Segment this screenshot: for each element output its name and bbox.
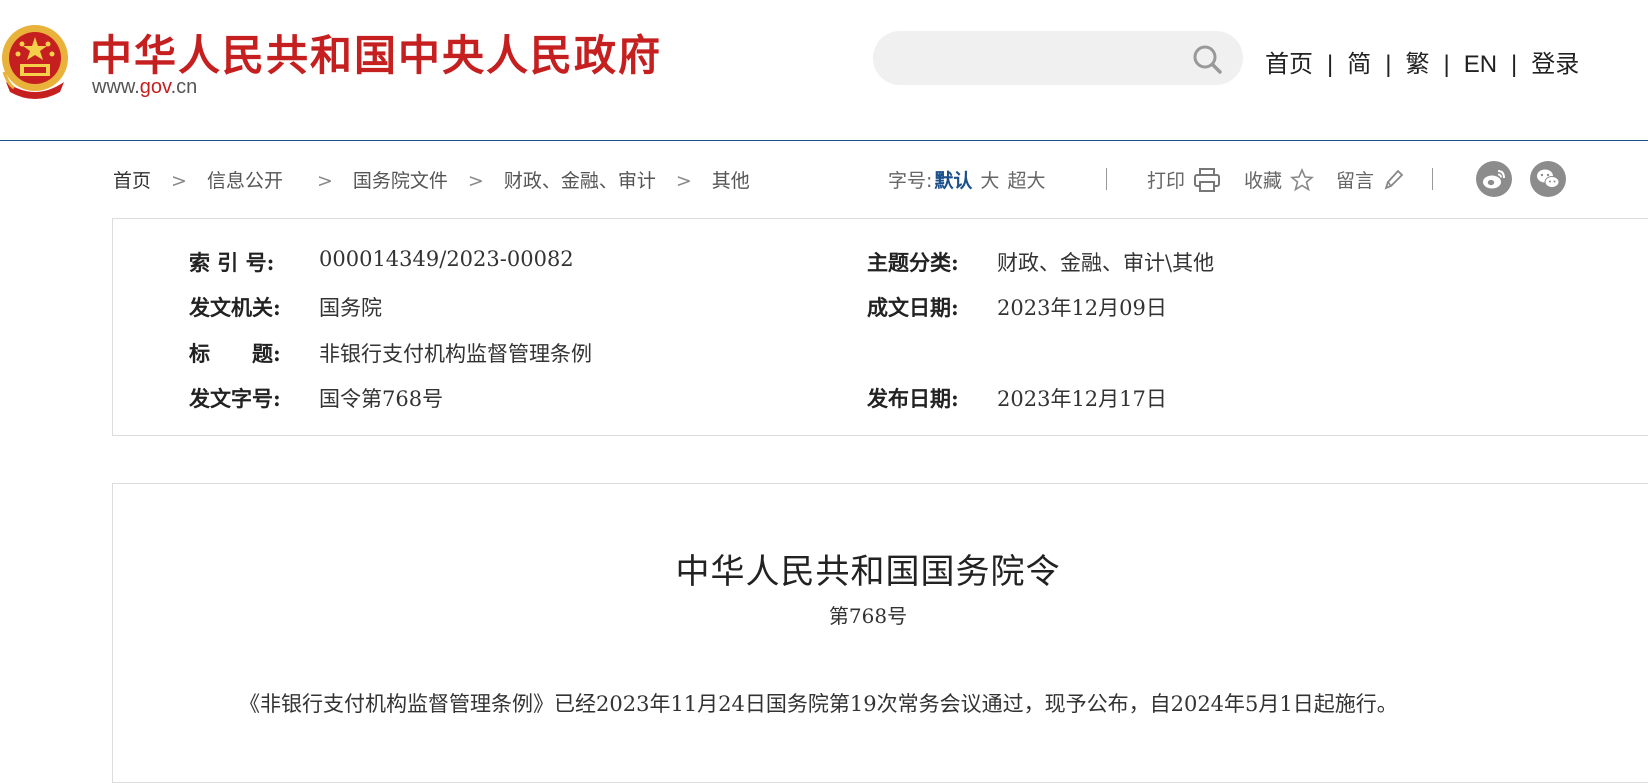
font-size-switcher: 字号: 默认大超大 bbox=[888, 166, 1045, 193]
document-number: 第768号 bbox=[828, 604, 908, 628]
meta-title-label: 标 题: bbox=[189, 341, 281, 366]
favorite-label: 收藏 bbox=[1244, 170, 1283, 192]
document-body: 中华人民共和国国务院令 第768号 《非银行支付机构监督管理条例》已经2023年… bbox=[112, 483, 1648, 783]
nav-home-link[interactable]: 首页 bbox=[1265, 51, 1313, 78]
nav-separator: | bbox=[1511, 51, 1518, 78]
toolbar-divider bbox=[1106, 168, 1107, 190]
breadcrumb-home[interactable]: 首页 bbox=[113, 170, 151, 192]
nav-traditional-link[interactable]: 繁 bbox=[1405, 51, 1429, 78]
meta-docno-value: 国令第768号 bbox=[319, 387, 444, 411]
meta-topic-value: 财政、金融、审计\其他 bbox=[997, 251, 1215, 275]
breadcrumb-info-public[interactable]: 信息公开 bbox=[207, 170, 283, 192]
font-size-label: 字号: bbox=[888, 170, 933, 192]
print-button[interactable]: 打印 bbox=[1147, 166, 1221, 193]
breadcrumb-state-council-docs[interactable]: 国务院文件 bbox=[353, 170, 448, 192]
font-size-large[interactable]: 大 bbox=[980, 170, 999, 192]
chevron-right-icon: > bbox=[467, 170, 484, 192]
meta-written-label: 成文日期: bbox=[867, 295, 959, 320]
favorite-button[interactable]: 收藏 bbox=[1244, 166, 1315, 193]
star-icon bbox=[1290, 167, 1315, 191]
nav-simplified-link[interactable]: 简 bbox=[1347, 51, 1371, 78]
meta-index-value: 000014349/2023-00082 bbox=[319, 247, 574, 271]
chevron-right-icon: > bbox=[675, 170, 692, 192]
site-url-prefix: www. bbox=[92, 76, 140, 98]
comment-label: 留言 bbox=[1336, 170, 1375, 192]
breadcrumb: 首页 > 信息公开 > 国务院文件 > 财政、金融、审计 > 其他 bbox=[113, 166, 750, 193]
site-url: www.gov.cn bbox=[92, 76, 197, 99]
document-meta-table: 索 引 号: 000014349/2023-00082 发文机关: 国务院 标 … bbox=[112, 218, 1648, 436]
national-emblem-icon[interactable] bbox=[0, 22, 70, 100]
print-label: 打印 bbox=[1147, 170, 1186, 192]
nav-english-link[interactable]: EN bbox=[1464, 51, 1497, 78]
meta-topic-label: 主题分类: bbox=[867, 250, 959, 275]
document-title: 中华人民共和国国务院令 bbox=[675, 552, 1061, 592]
comment-button[interactable]: 留言 bbox=[1336, 166, 1404, 193]
search-icon[interactable] bbox=[1191, 43, 1223, 75]
document-paragraph: 《非银行支付机构监督管理条例》已经2023年11月24日国务院第19次常务会议通… bbox=[239, 692, 1398, 716]
wechat-icon[interactable] bbox=[1530, 161, 1566, 197]
chevron-right-icon: > bbox=[171, 170, 187, 192]
meta-title-value: 非银行支付机构监督管理条例 bbox=[319, 342, 592, 366]
top-nav: 首页 | 简 | 繁 | EN | 登录 bbox=[1265, 44, 1579, 79]
search-box bbox=[873, 31, 1243, 85]
site-url-suffix: .cn bbox=[170, 76, 198, 98]
meta-issuer-value: 国务院 bbox=[319, 296, 382, 320]
nav-separator: | bbox=[1443, 51, 1450, 78]
meta-published-label: 发布日期: bbox=[867, 386, 959, 411]
weibo-glyph bbox=[1483, 170, 1505, 189]
search-input[interactable] bbox=[893, 41, 1187, 77]
site-header: 中华人民共和国中央人民政府 www.gov.cn 首页 | 简 | 繁 | EN | 登录 bbox=[0, 0, 1648, 141]
nav-separator: | bbox=[1327, 51, 1334, 78]
wechat-glyph bbox=[1537, 169, 1560, 188]
meta-docno-label: 发文字号: bbox=[189, 386, 281, 411]
font-size-xlarge[interactable]: 超大 bbox=[1007, 170, 1045, 192]
site-url-accent: gov bbox=[139, 76, 171, 98]
printer-icon bbox=[1194, 167, 1221, 192]
meta-published-value: 2023年12月17日 bbox=[997, 387, 1167, 411]
article-toolbar: 首页 > 信息公开 > 国务院文件 > 财政、金融、审计 > 其他 字号: 默认大超大 打印 收藏… bbox=[0, 150, 1648, 206]
chevron-right-icon: > bbox=[316, 170, 333, 192]
pencil-icon bbox=[1384, 169, 1404, 190]
toolbar-divider bbox=[1432, 168, 1433, 190]
meta-issuer-label: 发文机关: bbox=[189, 295, 281, 320]
site-name[interactable]: 中华人民共和国中央人民政府 bbox=[90, 22, 662, 83]
meta-index-label: 索 引 号: bbox=[189, 250, 275, 275]
breadcrumb-finance[interactable]: 财政、金融、审计 bbox=[504, 170, 656, 192]
breadcrumb-other[interactable]: 其他 bbox=[712, 170, 750, 192]
weibo-icon[interactable] bbox=[1476, 161, 1512, 197]
nav-login-link[interactable]: 登录 bbox=[1531, 51, 1579, 78]
font-size-default[interactable]: 默认 bbox=[934, 170, 972, 192]
meta-written-value: 2023年12月09日 bbox=[997, 296, 1167, 320]
nav-separator: | bbox=[1385, 51, 1392, 78]
